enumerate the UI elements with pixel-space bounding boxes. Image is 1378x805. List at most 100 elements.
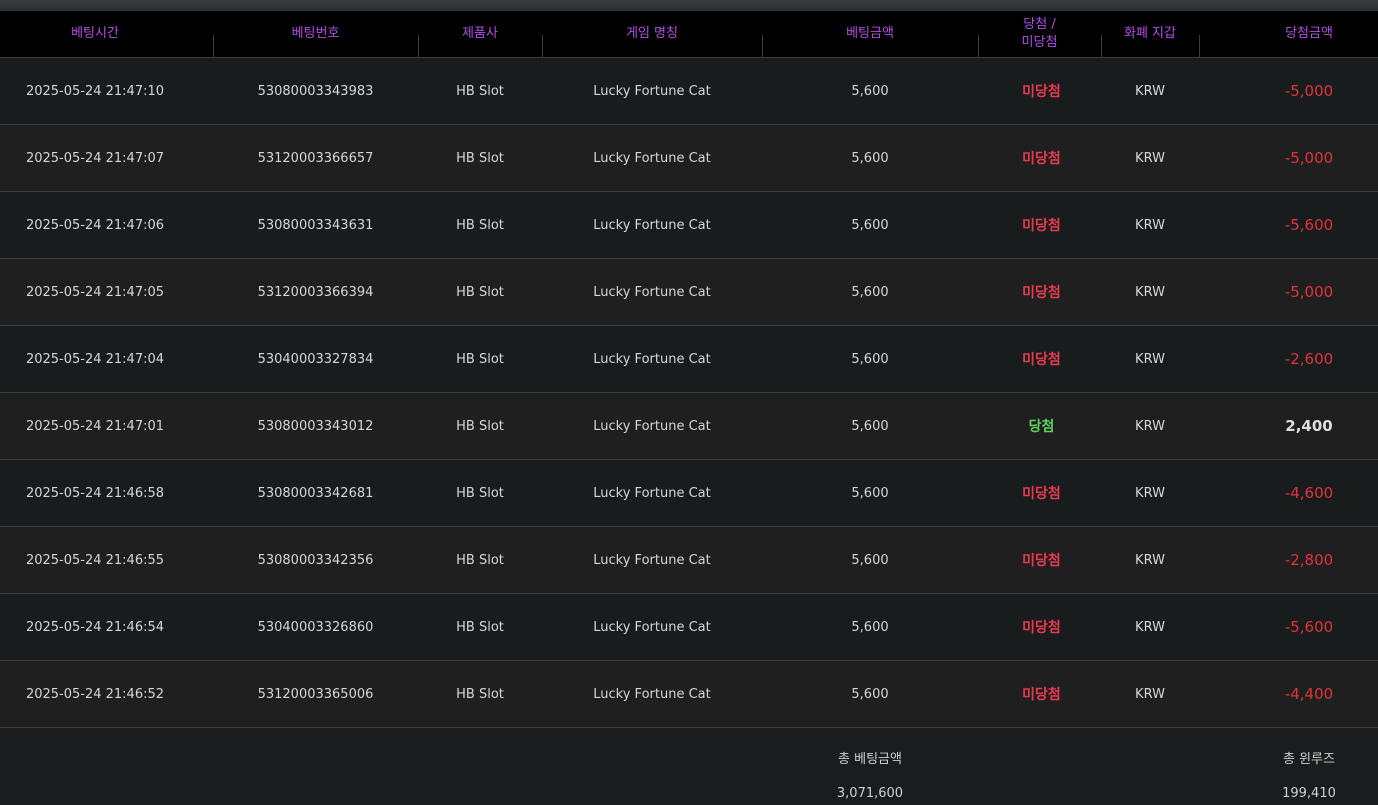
currency-cell: KRW — [1135, 418, 1165, 434]
provider-cell: HB Slot — [456, 619, 504, 635]
bet-time-cell: 2025-05-24 21:47:10 — [25, 83, 165, 99]
result-cell: 미당첨 — [1022, 687, 1061, 703]
bet-number-cell: 53040003327834 — [257, 351, 374, 367]
bet-amount-cell: 5,600 — [851, 217, 889, 233]
total-bet-label: 총 베팅금액 — [838, 752, 902, 767]
bet-number-cell: 53080003342681 — [257, 485, 374, 501]
bet-number-cell: 53040003326860 — [257, 619, 374, 635]
header-divider — [978, 35, 979, 57]
currency-cell: KRW — [1135, 150, 1165, 166]
win-amount-cell: -5,600 — [1284, 618, 1334, 636]
bet-number-cell: 53080003343631 — [257, 217, 374, 233]
table-row[interactable]: 2025-05-24 21:47:05 53120003366394 HB Sl… — [0, 259, 1378, 326]
currency-cell: KRW — [1135, 83, 1165, 99]
header-result[interactable]: 당첨 / 미당첨 — [978, 11, 1101, 57]
header-provider[interactable]: 제품사 — [418, 11, 542, 57]
win-amount-cell: -4,400 — [1284, 685, 1334, 703]
header-bet-time[interactable]: 베팅시간 — [0, 11, 190, 57]
bet-time-cell: 2025-05-24 21:47:01 — [25, 418, 165, 434]
provider-cell: HB Slot — [456, 485, 504, 501]
bet-amount-cell: 5,600 — [851, 485, 889, 501]
bet-amount-cell: 5,600 — [851, 351, 889, 367]
table-row[interactable]: 2025-05-24 21:47:10 53080003343983 HB Sl… — [0, 58, 1378, 125]
result-cell: 미당첨 — [1022, 151, 1061, 167]
provider-cell: HB Slot — [456, 351, 504, 367]
currency-cell: KRW — [1135, 217, 1165, 233]
bet-amount-cell: 5,600 — [851, 418, 889, 434]
header-currency[interactable]: 화폐 지갑 — [1101, 11, 1199, 57]
table-row[interactable]: 2025-05-24 21:46:58 53080003342681 HB Sl… — [0, 460, 1378, 527]
provider-cell: HB Slot — [456, 217, 504, 233]
table-row[interactable]: 2025-05-24 21:46:55 53080003342356 HB Sl… — [0, 527, 1378, 594]
bet-time-cell: 2025-05-24 21:46:58 — [25, 485, 165, 501]
bet-time-cell: 2025-05-24 21:47:05 — [25, 284, 165, 300]
total-winloss-label: 총 윈루즈 — [1283, 752, 1335, 767]
table-row[interactable]: 2025-05-24 21:47:07 53120003366657 HB Sl… — [0, 125, 1378, 192]
totals-footer: 총 베팅금액 3,071,600 총 윈루즈 199,410 — [0, 728, 1378, 805]
provider-cell: HB Slot — [456, 418, 504, 434]
win-amount-cell: -5,600 — [1284, 216, 1334, 234]
win-amount-cell: -5,000 — [1284, 283, 1334, 301]
bet-number-cell: 53080003342356 — [257, 552, 374, 568]
win-amount-cell: -5,000 — [1284, 149, 1334, 167]
provider-cell: HB Slot — [456, 686, 504, 702]
table-row[interactable]: 2025-05-24 21:46:54 53040003326860 HB Sl… — [0, 594, 1378, 661]
win-amount-cell: -4,600 — [1284, 484, 1334, 502]
bet-amount-cell: 5,600 — [851, 83, 889, 99]
result-cell: 미당첨 — [1022, 486, 1061, 502]
currency-cell: KRW — [1135, 284, 1165, 300]
bet-number-cell: 53080003343983 — [257, 83, 374, 99]
result-cell: 미당첨 — [1022, 553, 1061, 569]
provider-cell: HB Slot — [456, 552, 504, 568]
header-divider — [213, 35, 214, 57]
table-row[interactable]: 2025-05-24 21:47:06 53080003343631 HB Sl… — [0, 192, 1378, 259]
bet-number-cell: 53120003365006 — [257, 686, 374, 702]
game-name-cell: Lucky Fortune Cat — [593, 418, 711, 434]
game-name-cell: Lucky Fortune Cat — [593, 552, 711, 568]
bet-number-cell: 53080003343012 — [257, 418, 374, 434]
currency-cell: KRW — [1135, 552, 1165, 568]
bet-number-cell: 53120003366394 — [257, 284, 374, 300]
provider-cell: HB Slot — [456, 83, 504, 99]
header-win-amount[interactable]: 당첨금액 — [1199, 11, 1378, 57]
bet-number-cell: 53120003366657 — [257, 150, 374, 166]
header-result-line2: 미당첨 — [1021, 35, 1058, 50]
provider-cell: HB Slot — [456, 150, 504, 166]
bet-time-cell: 2025-05-24 21:47:06 — [25, 217, 165, 233]
total-bet-value: 3,071,600 — [836, 786, 904, 801]
table-header: 베팅시간 베팅번호 제품사 게임 명칭 베팅금액 당첨 / 미당첨 화폐 지갑 … — [0, 11, 1378, 58]
result-cell: 미당첨 — [1022, 218, 1061, 234]
currency-cell: KRW — [1135, 485, 1165, 501]
game-name-cell: Lucky Fortune Cat — [593, 686, 711, 702]
header-divider — [1199, 35, 1200, 57]
bet-amount-cell: 5,600 — [851, 284, 889, 300]
win-amount-cell: 2,400 — [1285, 417, 1333, 435]
bet-time-cell: 2025-05-24 21:46:55 — [25, 552, 165, 568]
total-winloss-value: 199,410 — [1282, 786, 1336, 801]
bet-amount-cell: 5,600 — [851, 619, 889, 635]
win-amount-cell: -2,800 — [1284, 551, 1334, 569]
header-bet-amount[interactable]: 베팅금액 — [762, 11, 978, 57]
bet-amount-cell: 5,600 — [851, 552, 889, 568]
bet-amount-cell: 5,600 — [851, 150, 889, 166]
currency-cell: KRW — [1135, 351, 1165, 367]
win-amount-cell: -2,600 — [1284, 350, 1334, 368]
result-cell: 당첨 — [1028, 419, 1055, 435]
game-name-cell: Lucky Fortune Cat — [593, 284, 711, 300]
game-name-cell: Lucky Fortune Cat — [593, 83, 711, 99]
currency-cell: KRW — [1135, 686, 1165, 702]
header-divider — [542, 35, 543, 57]
header-game-name[interactable]: 게임 명칭 — [542, 11, 762, 57]
table-row[interactable]: 2025-05-24 21:47:04 53040003327834 HB Sl… — [0, 326, 1378, 393]
bet-time-cell: 2025-05-24 21:46:54 — [25, 619, 165, 635]
bet-time-cell: 2025-05-24 21:47:07 — [25, 150, 165, 166]
bet-time-cell: 2025-05-24 21:46:52 — [25, 686, 165, 702]
game-name-cell: Lucky Fortune Cat — [593, 619, 711, 635]
provider-cell: HB Slot — [456, 284, 504, 300]
table-row[interactable]: 2025-05-24 21:46:52 53120003365006 HB Sl… — [0, 661, 1378, 728]
game-name-cell: Lucky Fortune Cat — [593, 485, 711, 501]
header-bet-number[interactable]: 베팅번호 — [213, 11, 418, 57]
table-row[interactable]: 2025-05-24 21:47:01 53080003343012 HB Sl… — [0, 393, 1378, 460]
result-cell: 미당첨 — [1022, 352, 1061, 368]
result-cell: 미당첨 — [1022, 285, 1061, 301]
